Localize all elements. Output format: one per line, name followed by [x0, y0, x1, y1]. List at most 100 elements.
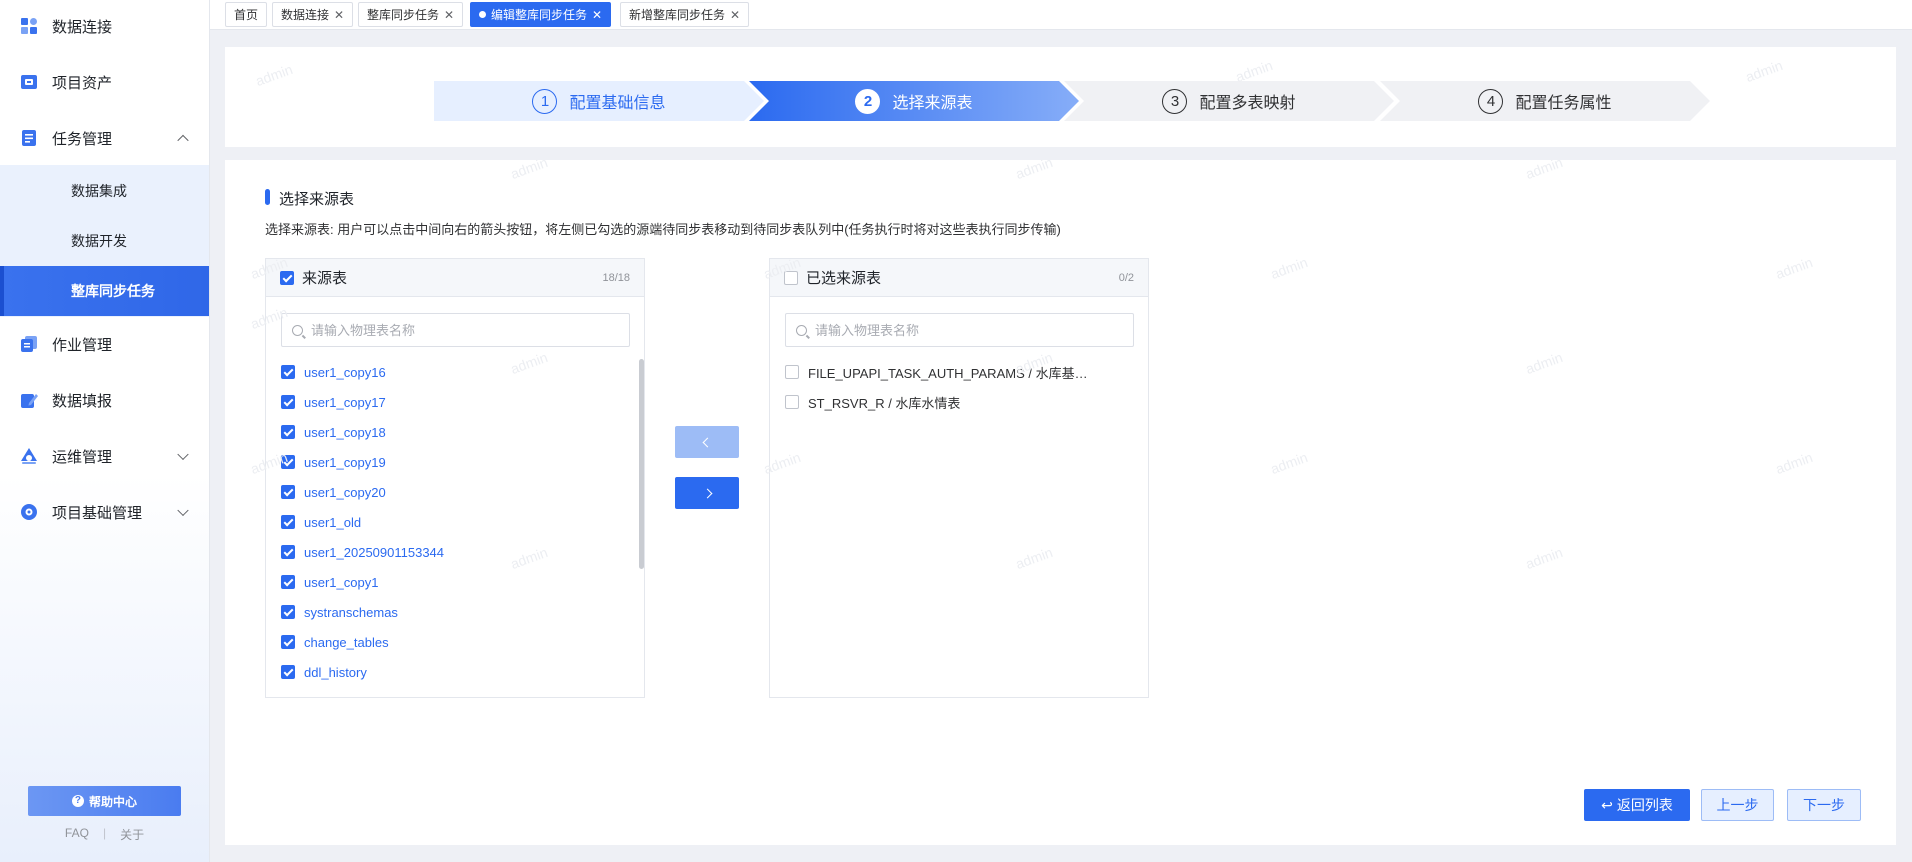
checkbox[interactable]: [281, 605, 295, 619]
ops-management-icon: [20, 447, 38, 465]
step-label: 配置任务属性: [1515, 95, 1612, 112]
sidebar: 数据连接 项目资产 任务管理 数据集成 数据开发 整库同步任务 作业管理 数据填…: [0, 0, 210, 862]
faq-link[interactable]: FAQ: [65, 826, 89, 843]
item-label: systranschemas: [304, 604, 398, 620]
tab-home[interactable]: 首页: [225, 2, 268, 27]
watermark: admin: [1013, 153, 1055, 183]
section-description: 选择来源表: 用户可以点击中间向右的箭头按钮，将左侧已勾选的源端待同步表移动到待…: [265, 222, 1061, 237]
help-center-button[interactable]: ? 帮助中心: [28, 786, 181, 816]
watermark: admin: [1268, 448, 1310, 478]
close-icon[interactable]: ✕: [730, 8, 740, 22]
list-item[interactable]: FILE_UPAPI_TASK_AUTH_PARAMS / 水库基…: [785, 357, 1135, 387]
sidebar-item-ops-management[interactable]: 运维管理: [0, 434, 209, 478]
chevron-down-icon: [177, 504, 189, 517]
selected-search-input[interactable]: [815, 322, 1115, 338]
source-search-input[interactable]: [311, 322, 611, 338]
list-item[interactable]: ST_RSVR_R / 水库水情表: [785, 387, 1135, 417]
step-task-properties[interactable]: 4 配置任务属性: [1380, 81, 1710, 121]
watermark: admin: [1268, 253, 1310, 283]
sidebar-subitem-label: 整库同步任务: [71, 283, 155, 299]
panel-title: 已选来源表: [806, 270, 882, 287]
chevron-down-icon: [177, 448, 189, 461]
search-icon: [796, 324, 807, 336]
sidebar-subitem-full-db-sync[interactable]: 整库同步任务: [0, 266, 209, 316]
checkbox[interactable]: [281, 365, 295, 379]
checkbox[interactable]: [281, 455, 295, 469]
item-label: user1_copy19: [304, 454, 386, 470]
list-item[interactable]: ddl_history: [281, 657, 631, 687]
tab-full-db-sync[interactable]: 整库同步任务 ✕: [358, 2, 464, 27]
tab-data-connection[interactable]: 数据连接 ✕: [272, 2, 354, 27]
chevron-up-icon: [177, 134, 189, 147]
selected-panel-header: 已选来源表 0/2: [770, 259, 1148, 297]
selected-table-panel: 已选来源表 0/2 FILE_UPAPI_TASK_AUTH_PARAMS / …: [769, 258, 1149, 698]
sidebar-item-data-report[interactable]: 数据填报: [0, 378, 209, 422]
source-search: [281, 313, 630, 347]
close-icon[interactable]: ✕: [592, 8, 602, 22]
list-item[interactable]: user1_20250901153344: [281, 537, 631, 567]
step-select-source[interactable]: 2 选择来源表: [749, 81, 1079, 121]
item-label: FILE_UPAPI_TASK_AUTH_PARAMS / 水库基…: [808, 365, 1088, 381]
tab-new-full-db-sync[interactable]: 新增整库同步任务 ✕: [620, 2, 750, 27]
data-report-icon: [20, 391, 38, 409]
tab-edit-full-db-sync[interactable]: 编辑整库同步任务 ✕: [470, 2, 612, 27]
about-link[interactable]: 关于: [120, 826, 144, 843]
step-basic-info[interactable]: 1 配置基础信息: [434, 81, 764, 121]
watermark: admin: [1523, 153, 1565, 183]
checkbox[interactable]: [281, 395, 295, 409]
move-right-button[interactable]: [675, 477, 739, 509]
tab-label: 数据连接: [281, 8, 330, 22]
move-left-button[interactable]: [675, 426, 739, 458]
step-table-mapping[interactable]: 3 配置多表映射: [1064, 81, 1394, 121]
select-all-checkbox[interactable]: [280, 270, 294, 285]
list-item[interactable]: user1_copy20: [281, 477, 631, 507]
list-item[interactable]: user1_copy19: [281, 447, 631, 477]
previous-step-button[interactable]: 上一步: [1701, 789, 1774, 821]
list-item[interactable]: user1_copy1: [281, 567, 631, 597]
list-item[interactable]: user1_copy18: [281, 417, 631, 447]
select-all-checkbox[interactable]: [784, 270, 798, 285]
checkbox[interactable]: [785, 365, 799, 379]
sidebar-item-project-base[interactable]: 项目基础管理: [0, 490, 209, 534]
watermark: admin: [508, 153, 550, 183]
close-icon[interactable]: ✕: [444, 8, 454, 22]
checkbox[interactable]: [281, 515, 295, 529]
sidebar-item-label: 作业管理: [52, 336, 113, 354]
sidebar-item-data-connection[interactable]: 数据连接: [0, 4, 209, 48]
sidebar-subitem-label: 数据集成: [71, 183, 127, 199]
list-item[interactable]: user1_old: [281, 507, 631, 537]
tab-label: 新增整库同步任务: [629, 8, 726, 22]
tab-label: 编辑整库同步任务: [491, 8, 588, 22]
list-item[interactable]: systranschemas: [281, 597, 631, 627]
item-label: user1_copy1: [304, 574, 379, 590]
steps-card: 1 配置基础信息 2 选择来源表 3 配置多表映射 4 配置任务属性 admin…: [225, 47, 1896, 147]
scrollbar[interactable]: [639, 359, 644, 569]
checkbox[interactable]: [785, 395, 799, 409]
selected-table-list: FILE_UPAPI_TASK_AUTH_PARAMS / 水库基… ST_RS…: [785, 357, 1135, 417]
list-item[interactable]: change_tables: [281, 627, 631, 657]
checkbox[interactable]: [281, 635, 295, 649]
sidebar-subitem-data-development[interactable]: 数据开发: [0, 216, 209, 266]
sidebar-item-project-assets[interactable]: 项目资产: [0, 60, 209, 104]
back-to-list-button[interactable]: ↩ 返回列表: [1584, 789, 1690, 821]
sidebar-item-task-management[interactable]: 任务管理: [0, 116, 209, 160]
item-label: user1_copy17: [304, 394, 386, 410]
checkbox[interactable]: [281, 425, 295, 439]
checkbox[interactable]: [281, 485, 295, 499]
sidebar-subitem-data-integration[interactable]: 数据集成: [0, 166, 209, 216]
sidebar-item-job-management[interactable]: 作业管理: [0, 322, 209, 366]
checkbox[interactable]: [281, 665, 295, 679]
return-icon: ↩: [1601, 796, 1613, 813]
list-item[interactable]: user1_copy17: [281, 387, 631, 417]
close-icon[interactable]: ✕: [334, 8, 344, 22]
checkbox[interactable]: [281, 575, 295, 589]
sidebar-item-label: 任务管理: [52, 130, 113, 148]
item-label: user1_copy20: [304, 484, 386, 500]
button-label: 上一步: [1716, 797, 1759, 813]
checkbox[interactable]: [281, 545, 295, 559]
data-connection-icon: [20, 17, 38, 35]
list-item[interactable]: user1_copy16: [281, 357, 631, 387]
next-step-button[interactable]: 下一步: [1787, 789, 1861, 821]
chevron-left-icon: [702, 437, 712, 447]
watermark: admin: [1523, 348, 1565, 378]
